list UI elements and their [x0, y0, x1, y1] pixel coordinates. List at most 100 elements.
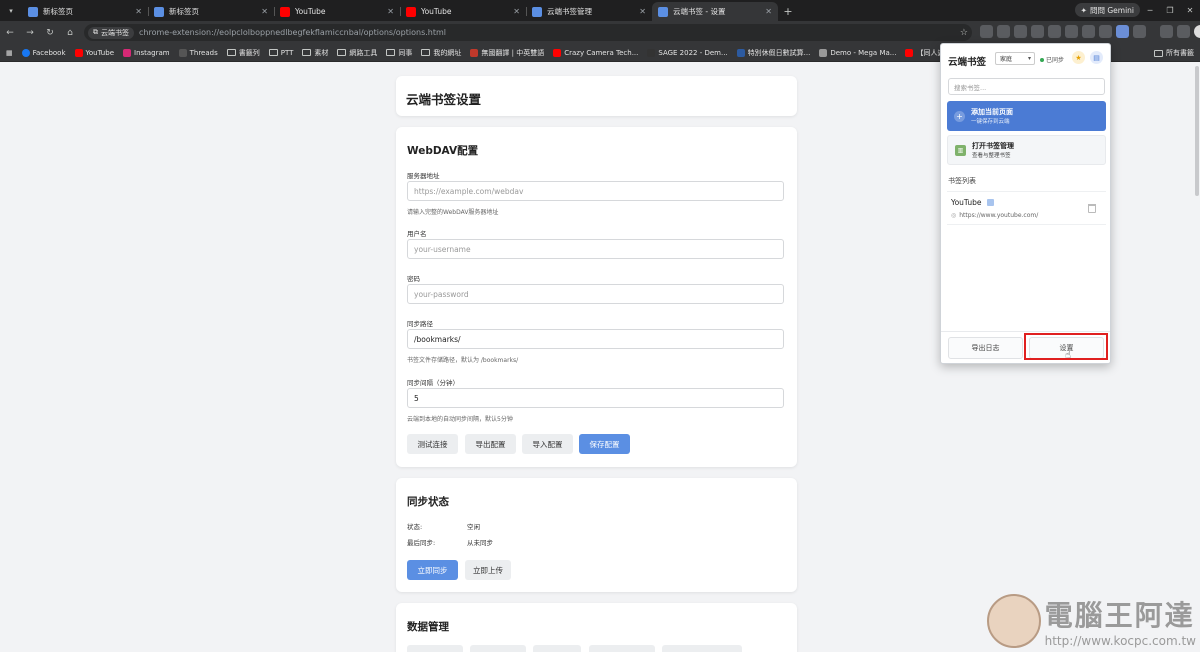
tab-0[interactable]: 新标签页 ✕ [22, 2, 148, 21]
bookmark-folder[interactable]: 網路工具 [337, 48, 377, 58]
sync-path-input[interactable]: /bookmarks/ [407, 329, 784, 349]
star-icon[interactable]: ★ [1072, 51, 1085, 64]
password-input[interactable]: your-password [407, 284, 784, 304]
export-log-button[interactable]: 导出日志 [948, 336, 1023, 359]
import-config-button[interactable]: 导入配置 [522, 434, 573, 454]
extension-icon[interactable] [1048, 25, 1061, 38]
close-tab-icon[interactable]: ✕ [387, 7, 394, 16]
back-icon[interactable]: ← [0, 21, 20, 44]
bookmark-folder[interactable]: 同事 [386, 48, 412, 58]
popup-menu-icon[interactable]: ▤ [1090, 51, 1103, 64]
downloads-icon[interactable] [1177, 25, 1190, 38]
reload-icon[interactable]: ↻ [40, 21, 60, 44]
close-tab-icon[interactable]: ✕ [639, 7, 646, 16]
password-label: 密码 [407, 275, 420, 283]
tab-2[interactable]: YouTube ✕ [274, 2, 400, 21]
tab-4[interactable]: 云端书签管理 ✕ [526, 2, 652, 21]
bookmark-list-item[interactable]: YouTube ◎ https://www.youtube.com/ [947, 191, 1106, 225]
save-config-button[interactable]: 保存配置 [579, 434, 630, 454]
tab-1[interactable]: 新标签页 ✕ [148, 2, 274, 21]
tab-5[interactable]: 云端书签 - 设置 ✕ [652, 2, 778, 21]
server-help: 请输入完整的WebDAV服务器地址 [407, 209, 499, 216]
minimize-icon[interactable]: ─ [1140, 0, 1160, 21]
extension-icon[interactable] [1014, 25, 1027, 38]
scrollbar-thumb[interactable] [1195, 66, 1199, 196]
extension-icon[interactable] [997, 25, 1010, 38]
extension-icon[interactable] [1065, 25, 1078, 38]
username-input[interactable]: your-username [407, 239, 784, 259]
bookmark-item[interactable]: Facebook [21, 48, 66, 57]
close-tab-icon[interactable]: ✕ [135, 7, 142, 16]
data-button[interactable] [533, 645, 581, 652]
export-config-button[interactable]: 导出配置 [465, 434, 516, 454]
add-current-page-button[interactable]: + 添加当前页面 一键保存到云端 [947, 101, 1106, 131]
bookmark-item[interactable]: Threads [178, 48, 218, 57]
bookmark-list-heading: 书签列表 [948, 177, 976, 185]
newtab-icon [154, 6, 164, 17]
forward-icon[interactable]: → [20, 21, 40, 44]
bookmark-search-input[interactable]: 搜索书签... [948, 78, 1105, 95]
bookmark-folder[interactable]: 我的網址 [421, 48, 461, 58]
gemini-button[interactable]: ✦ 問問 Gemini [1074, 3, 1140, 17]
data-button[interactable] [407, 645, 463, 652]
sync-now-button[interactable]: 立即同步 [407, 560, 458, 580]
tab-3[interactable]: YouTube ✕ [400, 2, 526, 21]
sync-interval-input[interactable]: 5 [407, 388, 784, 408]
youtube-icon [406, 6, 416, 17]
bookmark-item[interactable]: Demo - Mega Ma... [819, 48, 896, 57]
extension-icon[interactable] [1099, 25, 1112, 38]
extension-icon[interactable] [980, 25, 993, 38]
sync-path-help: 书签文件存储路径，默认为 /bookmarks/ [407, 357, 519, 364]
home-icon[interactable]: ⌂ [60, 21, 80, 44]
data-button[interactable] [589, 645, 655, 652]
profile-select[interactable]: 家庭 [995, 52, 1035, 65]
instagram-icon [123, 48, 131, 57]
tab-search-chevron-icon[interactable]: ▾ [0, 0, 22, 21]
youtube-icon [280, 6, 290, 17]
folder-icon [337, 49, 347, 56]
close-window-icon[interactable]: ✕ [1180, 0, 1200, 21]
site-icon [470, 48, 479, 57]
address-bar[interactable]: ⧉ 云端书签 chrome-extension://eolpclolboppned… [84, 24, 972, 41]
bookmark-item[interactable]: YouTube [74, 48, 114, 57]
bookmark-item[interactable]: Crazy Camera Tech... [553, 48, 638, 57]
tab-strip: ▾ 新标签页 ✕ 新标签页 ✕ YouTube ✕ YouTube ✕ 云端书签管理 ✕ … [0, 0, 1200, 21]
page-scrollbar[interactable] [1193, 62, 1200, 652]
bookmark-folder[interactable]: 素材 [302, 48, 328, 58]
folder-icon [268, 49, 278, 56]
cloud-bookmark-extension-icon[interactable] [1116, 25, 1129, 38]
upload-now-button[interactable]: 立即上传 [465, 560, 511, 580]
apps-grid-icon[interactable]: ▦ [6, 49, 13, 57]
section-title: 数据管理 [407, 621, 449, 633]
bookmark-item[interactable]: SAGE 2022 - Dem... [647, 48, 728, 57]
bookmark-item[interactable]: Instagram [123, 48, 170, 57]
bookmark-item[interactable]: 無國翻譯 | 中英雙語 [470, 48, 544, 58]
restore-icon[interactable]: ❐ [1160, 0, 1180, 21]
profile-avatar[interactable] [1194, 25, 1200, 38]
close-tab-icon[interactable]: ✕ [765, 7, 772, 16]
extension-icon[interactable] [1082, 25, 1095, 38]
close-tab-icon[interactable]: ✕ [261, 7, 268, 16]
globe-icon: ◎ [951, 212, 957, 219]
threads-icon [178, 48, 187, 57]
extensions-puzzle-icon[interactable] [1133, 25, 1146, 38]
close-tab-icon[interactable]: ✕ [513, 7, 520, 16]
folder-icon [421, 49, 431, 56]
data-button[interactable] [662, 645, 742, 652]
all-bookmarks[interactable]: 所有書籤 [1150, 44, 1194, 61]
extension-chip[interactable]: ⧉ 云端书签 [88, 26, 134, 39]
data-button[interactable] [470, 645, 526, 652]
new-tab-button[interactable]: + [778, 2, 798, 21]
bookmark-folder[interactable]: 書籤列 [226, 48, 260, 58]
open-bookmark-manager-button[interactable]: ▥ 打开书签管理 查看与整理书签 [947, 135, 1106, 165]
bookmark-item[interactable]: 特別休假日數試算... [736, 48, 810, 58]
bookmark-folder[interactable]: PTT [268, 49, 293, 57]
reading-list-icon[interactable] [1160, 25, 1173, 38]
extension-icon[interactable] [1031, 25, 1044, 38]
bookmark-star-icon[interactable]: ☆ [960, 28, 968, 38]
server-url-input[interactable]: https://example.com/webdav [407, 181, 784, 201]
trash-icon[interactable] [1088, 204, 1096, 213]
test-connection-button[interactable]: 测试连接 [407, 434, 458, 454]
watermark-logo: 電腦王阿達 http://www.kocpc.com.tw [986, 594, 1196, 648]
status-value: 空闲 [467, 523, 480, 531]
